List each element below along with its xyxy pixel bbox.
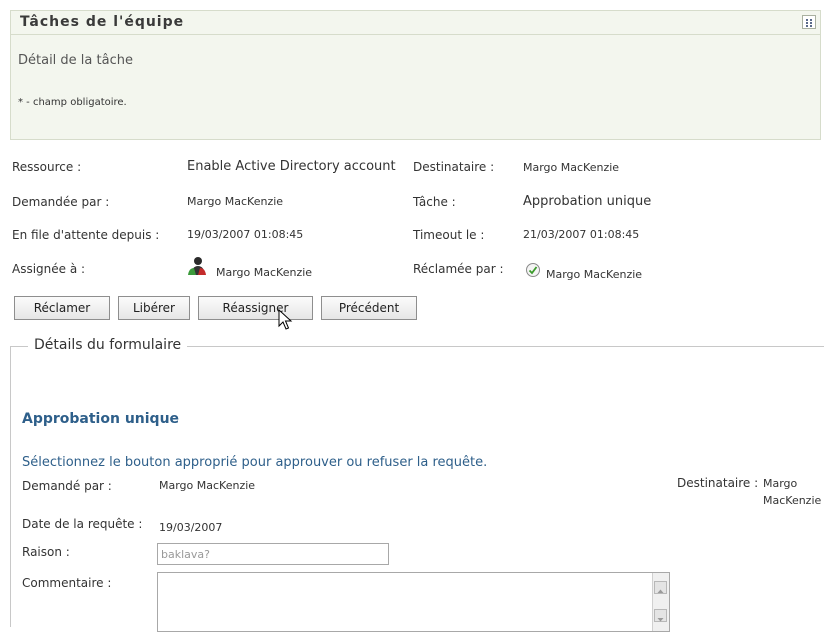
- form-recipient-label: Destinataire :: [677, 476, 759, 490]
- reason-label: Raison :: [22, 545, 70, 559]
- task-label: Tâche :: [413, 195, 456, 209]
- form-title: Approbation unique: [22, 411, 180, 427]
- request-date-label: Date de la requête :: [22, 517, 143, 531]
- queued-value: 19/03/2007 01:08:45: [187, 228, 304, 241]
- previous-button[interactable]: Précédent: [321, 296, 417, 320]
- grid-menu-icon[interactable]: [802, 15, 816, 29]
- resource-label: Ressource :: [12, 160, 82, 174]
- requested-by-value: Margo MacKenzie: [187, 195, 284, 208]
- task-detail-panel: Tâches de l'équipe Détail de la tâche * …: [10, 10, 821, 140]
- form-recipient-value-line2: MacKenzie: [763, 494, 822, 507]
- resource-value: Enable Active Directory account: [187, 159, 396, 174]
- reason-field[interactable]: baklava?: [157, 543, 389, 565]
- scroll-up-icon[interactable]: [654, 581, 667, 594]
- timeout-value: 21/03/2007 01:08:45: [523, 228, 640, 241]
- panel-title: Tâches de l'équipe: [20, 14, 185, 30]
- request-date-value: 19/03/2007: [159, 521, 223, 534]
- assigned-label: Assignée à :: [12, 262, 86, 276]
- task-value: Approbation unique: [523, 194, 652, 209]
- form-recipient-value-line1: Margo: [763, 477, 798, 490]
- form-details-legend: Détails du formulaire: [28, 337, 188, 353]
- claimed-label: Réclamée par :: [413, 262, 504, 276]
- claim-button[interactable]: Réclamer: [14, 296, 110, 320]
- form-instruction: Sélectionnez le bouton approprié pour ap…: [22, 455, 488, 470]
- recipient-label: Destinataire :: [413, 160, 495, 174]
- assigned-value: Margo MacKenzie: [216, 266, 313, 279]
- release-button[interactable]: Libérer: [118, 296, 190, 320]
- recipient-value: Margo MacKenzie: [523, 161, 620, 174]
- form-requested-by-label: Demandé par :: [22, 479, 112, 493]
- queued-label: En file d'attente depuis :: [12, 228, 160, 242]
- reassign-button[interactable]: Réassigner: [198, 296, 313, 320]
- check-circle-icon: [525, 262, 541, 278]
- timeout-label: Timeout le :: [413, 228, 485, 242]
- reason-value: baklava?: [161, 548, 210, 561]
- panel-subtitle: Détail de la tâche: [18, 53, 133, 68]
- required-note: * - champ obligatoire.: [18, 97, 127, 108]
- mouse-pointer-icon: [278, 308, 294, 331]
- user-group-icon: [186, 256, 208, 276]
- scroll-down-icon[interactable]: [654, 609, 667, 622]
- requested-by-label: Demandée par :: [12, 195, 110, 209]
- claimed-value: Margo MacKenzie: [546, 268, 643, 281]
- form-requested-by-value: Margo MacKenzie: [159, 479, 256, 492]
- comment-textarea[interactable]: [157, 572, 670, 632]
- comment-label: Commentaire :: [22, 576, 112, 590]
- comment-scrollbar[interactable]: [652, 573, 669, 631]
- panel-title-bar: Tâches de l'équipe: [11, 11, 820, 35]
